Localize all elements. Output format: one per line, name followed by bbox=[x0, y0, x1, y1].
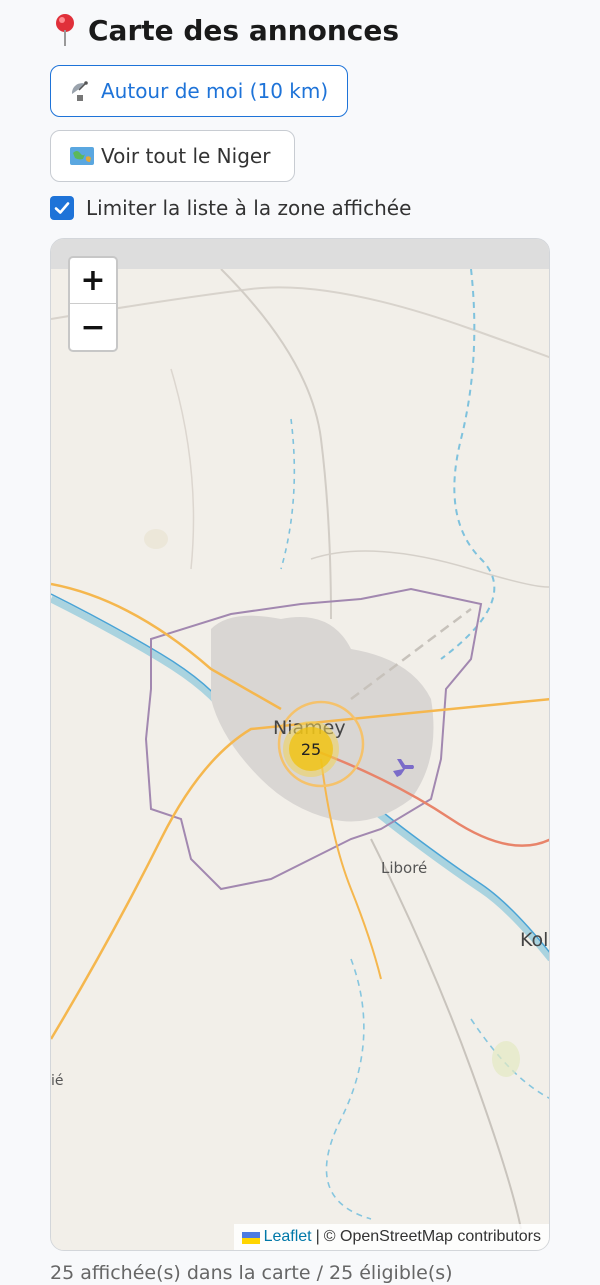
near-me-label: Autour de moi (10 km) bbox=[101, 79, 329, 103]
satellite-antenna-icon bbox=[69, 80, 95, 102]
osm-attribution[interactable]: © OpenStreetMap contributors bbox=[324, 1228, 541, 1246]
map-attribution: Leaflet | © OpenStreetMap contributors bbox=[233, 1224, 549, 1250]
leaflet-link[interactable]: Leaflet bbox=[264, 1228, 312, 1246]
near-me-button[interactable]: Autour de moi (10 km) bbox=[50, 65, 348, 117]
world-map-icon bbox=[69, 145, 95, 167]
page-title: Carte des annonces bbox=[52, 12, 399, 48]
page-title-text: Carte des annonces bbox=[88, 13, 400, 47]
ukraine-flag-icon bbox=[241, 1231, 260, 1244]
marker-cluster-count: 25 bbox=[289, 727, 333, 771]
map-label-kol: Kol bbox=[520, 929, 549, 951]
listing-count-status: 25 affichée(s) dans la carte / 25 éligib… bbox=[50, 1262, 453, 1284]
zoom-out-button[interactable]: − bbox=[70, 304, 116, 350]
view-all-niger-label: Voir tout le Niger bbox=[101, 144, 271, 168]
map-top-band bbox=[51, 239, 549, 269]
limit-list-checkbox[interactable] bbox=[50, 196, 74, 220]
zoom-control: + − bbox=[68, 256, 118, 352]
view-all-niger-button[interactable]: Voir tout le Niger bbox=[50, 130, 295, 182]
pin-icon bbox=[52, 12, 78, 48]
map-label-libore: Liboré bbox=[381, 859, 428, 877]
map-label-ie: ié bbox=[51, 1073, 64, 1089]
limit-list-label: Limiter la liste à la zone affichée bbox=[86, 196, 412, 220]
zoom-in-button[interactable]: + bbox=[70, 258, 116, 304]
attribution-separator: | bbox=[315, 1228, 320, 1245]
marker-cluster[interactable]: 25 bbox=[283, 721, 339, 777]
map-container[interactable]: + − Niamey Liboré Kol ié 25 Leaflet | © … bbox=[50, 238, 550, 1251]
limit-list-filter: Limiter la liste à la zone affichée bbox=[50, 196, 411, 220]
